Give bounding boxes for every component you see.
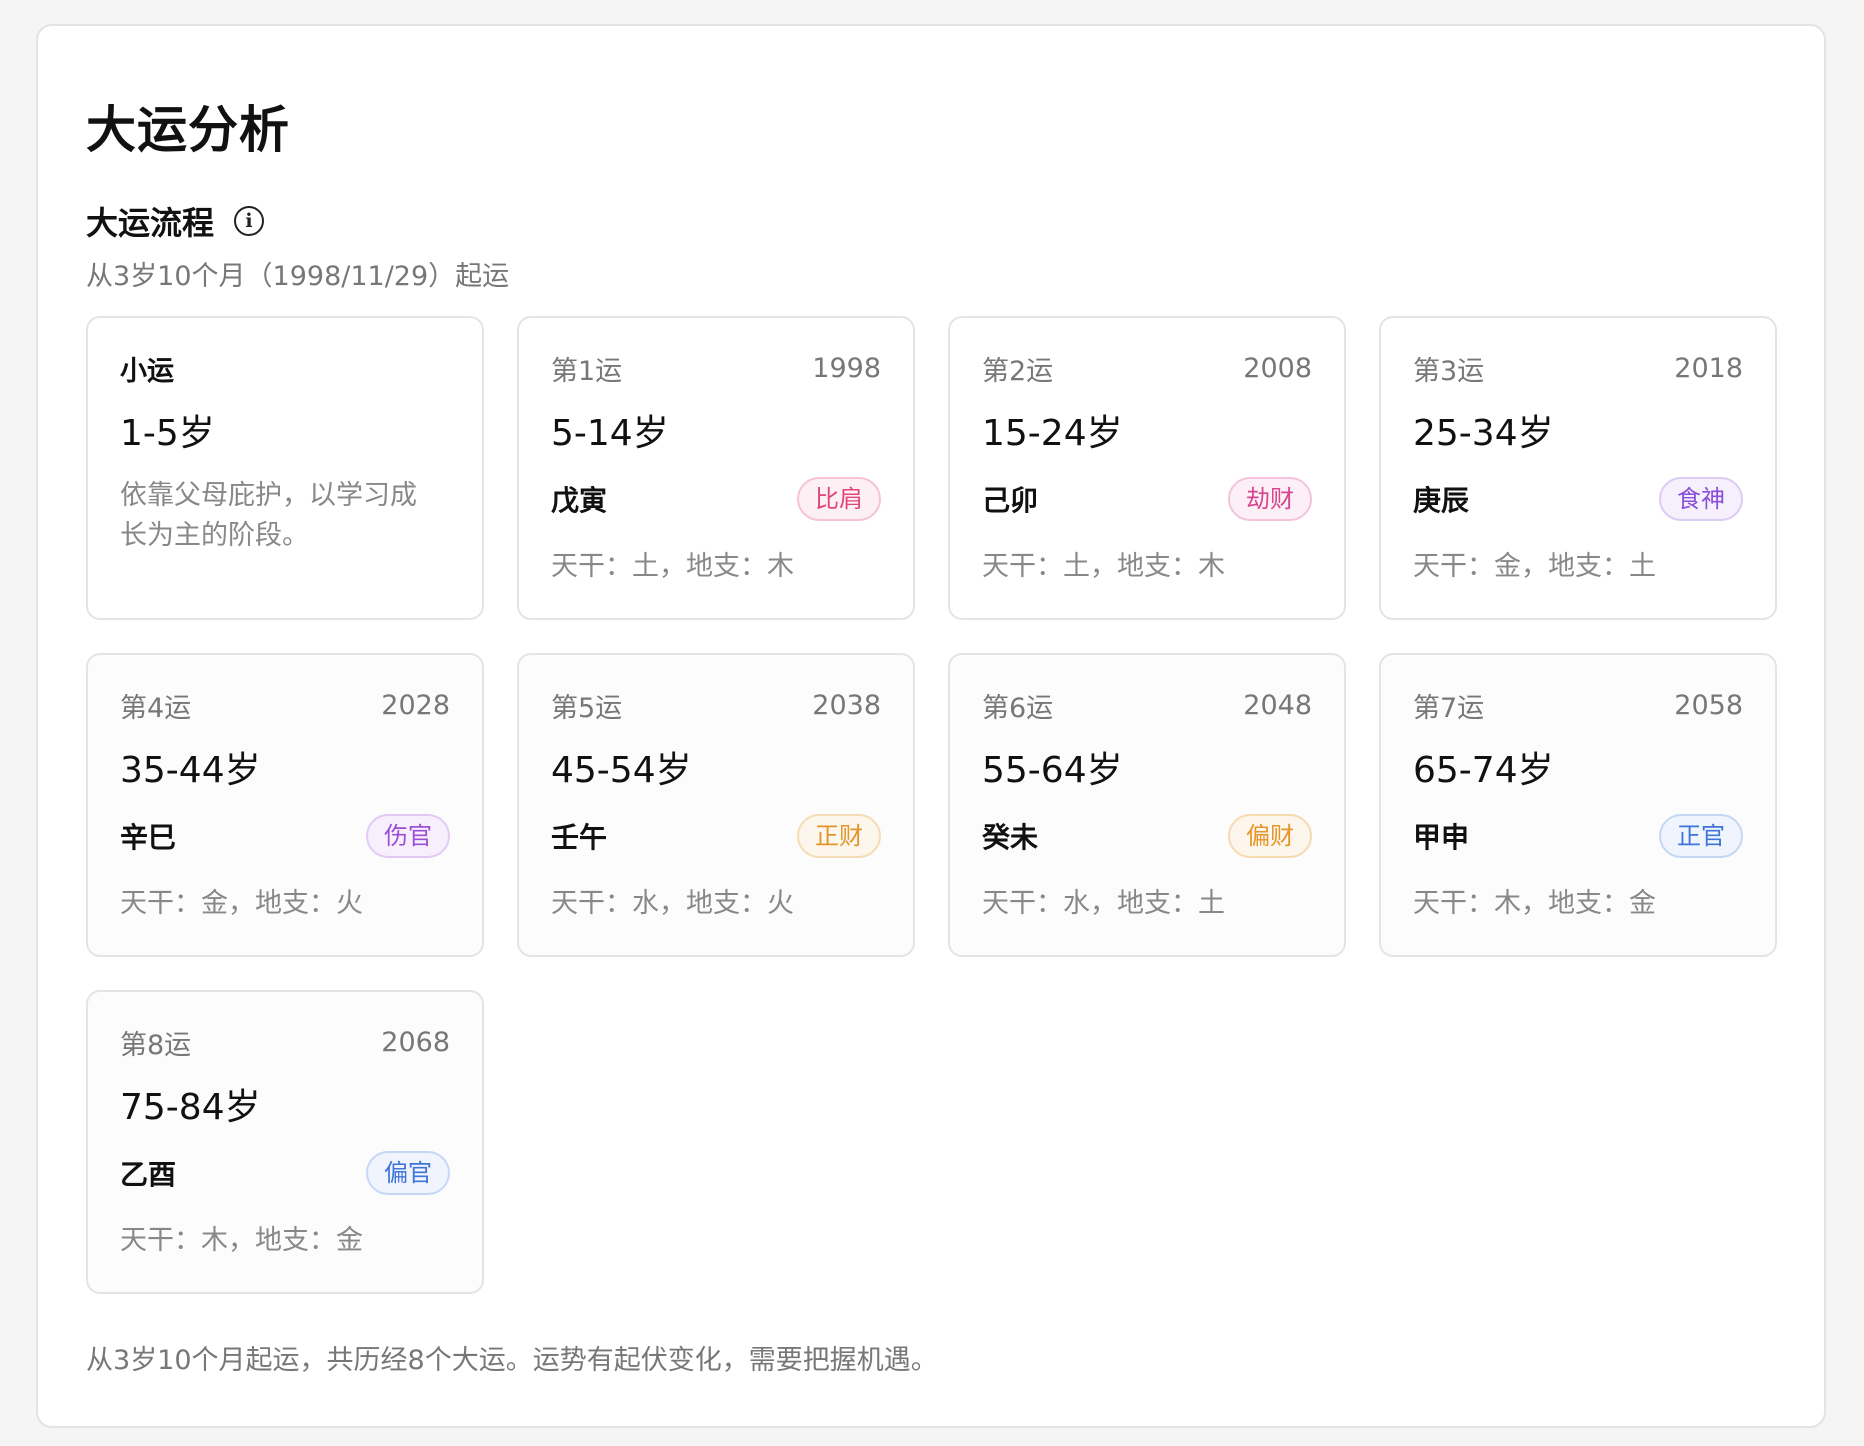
cycle-card[interactable]: 第3运 2018 25-34岁 庚辰 食神 天干：金，地支：土 [1379, 316, 1777, 620]
info-icon[interactable]: i [234, 206, 265, 236]
ten-god-badge: 偏财 [1228, 814, 1312, 858]
card-age: 5-14岁 [551, 413, 669, 454]
wuxing-text: 天干：土，地支：木 [982, 551, 1225, 582]
cycle-card[interactable]: 第5运 2038 45-54岁 壬午 正财 天干：水，地支：火 [517, 653, 915, 957]
ten-god-badge: 正官 [1659, 814, 1743, 858]
card-label: 第7运 [1413, 692, 1485, 724]
card-year: 1998 [812, 352, 881, 384]
card-year: 2018 [1674, 352, 1743, 384]
cycle-card[interactable]: 第8运 2068 75-84岁 乙酉 偏官 天干：木，地支：金 [86, 990, 484, 1294]
wuxing-text: 天干：木，地支：金 [120, 1225, 363, 1256]
cycle-card[interactable]: 第7运 2058 65-74岁 甲申 正官 天干：木，地支：金 [1379, 653, 1777, 957]
card-age: 75-84岁 [120, 1087, 261, 1128]
card-label: 小运 [120, 355, 174, 387]
ganzhi-label: 庚辰 [1413, 484, 1470, 517]
ganzhi-label: 戊寅 [551, 484, 608, 517]
ganzhi-label: 己卯 [982, 484, 1039, 517]
section-header: 大运流程 i [86, 198, 265, 244]
wuxing-text: 天干：土，地支：木 [551, 551, 794, 582]
card-label: 第3运 [1413, 355, 1485, 387]
card-year: 2008 [1243, 352, 1312, 384]
wuxing-text: 天干：金，地支：土 [1413, 551, 1656, 582]
card-age: 15-24岁 [982, 413, 1123, 454]
card-year: 2058 [1674, 689, 1743, 721]
ten-god-badge: 偏官 [366, 1151, 450, 1195]
ganzhi-label: 辛巳 [120, 821, 177, 854]
card-description: 依靠父母庇护，以学习成长为主的阶段。 [120, 480, 417, 551]
card-age: 65-74岁 [1413, 750, 1554, 791]
card-year: 2038 [812, 689, 881, 721]
ten-god-badge: 劫财 [1228, 477, 1312, 521]
ganzhi-label: 壬午 [551, 821, 608, 854]
wuxing-text: 天干：水，地支：土 [982, 888, 1225, 919]
section-subtitle: 从3岁10个月（1998/11/29）起运 [86, 261, 510, 292]
ten-god-badge: 比肩 [797, 477, 881, 521]
cycle-card[interactable]: 第2运 2008 15-24岁 己卯 劫财 天干：土，地支：木 [948, 316, 1346, 620]
cycle-card[interactable]: 第1运 1998 5-14岁 戊寅 比肩 天干：土，地支：木 [517, 316, 915, 620]
card-label: 第4运 [120, 692, 192, 724]
card-age: 35-44岁 [120, 750, 261, 791]
section-title: 大运流程 [86, 204, 215, 242]
ganzhi-label: 甲申 [1413, 821, 1470, 854]
card-year: 2028 [381, 689, 450, 721]
ten-god-badge: 正财 [797, 814, 881, 858]
dayun-analysis-panel: 大运分析 大运流程 i 从3岁10个月（1998/11/29）起运 小运 1-5… [36, 24, 1826, 1428]
wuxing-text: 天干：木，地支：金 [1413, 888, 1656, 919]
ten-god-badge: 伤官 [366, 814, 450, 858]
ganzhi-label: 癸未 [982, 821, 1039, 854]
card-year: 2048 [1243, 689, 1312, 721]
summary-text: 从3岁10个月起运，共历经8个大运。运势有起伏变化，需要把握机遇。 [86, 1345, 938, 1376]
card-label: 第6运 [982, 692, 1054, 724]
minor-cycle-card[interactable]: 小运 1-5岁 依靠父母庇护，以学习成长为主的阶段。 [86, 316, 484, 620]
wuxing-text: 天干：金，地支：火 [120, 888, 363, 919]
card-label: 第8运 [120, 1029, 192, 1061]
card-age: 1-5岁 [120, 413, 215, 454]
card-year: 2068 [381, 1026, 450, 1058]
card-age: 45-54岁 [551, 750, 692, 791]
card-label: 第5运 [551, 692, 623, 724]
card-age: 55-64岁 [982, 750, 1123, 791]
card-age: 25-34岁 [1413, 413, 1554, 454]
cycle-card[interactable]: 第4运 2028 35-44岁 辛巳 伤官 天干：金，地支：火 [86, 653, 484, 957]
cycle-grid: 小运 1-5岁 依靠父母庇护，以学习成长为主的阶段。 第1运 1998 5-14… [86, 316, 1777, 1294]
ten-god-badge: 食神 [1659, 477, 1743, 521]
wuxing-text: 天干：水，地支：火 [551, 888, 794, 919]
card-label: 第1运 [551, 355, 623, 387]
page-title: 大运分析 [86, 101, 290, 159]
card-label: 第2运 [982, 355, 1054, 387]
ganzhi-label: 乙酉 [120, 1158, 177, 1191]
cycle-card[interactable]: 第6运 2048 55-64岁 癸未 偏财 天干：水，地支：土 [948, 653, 1346, 957]
